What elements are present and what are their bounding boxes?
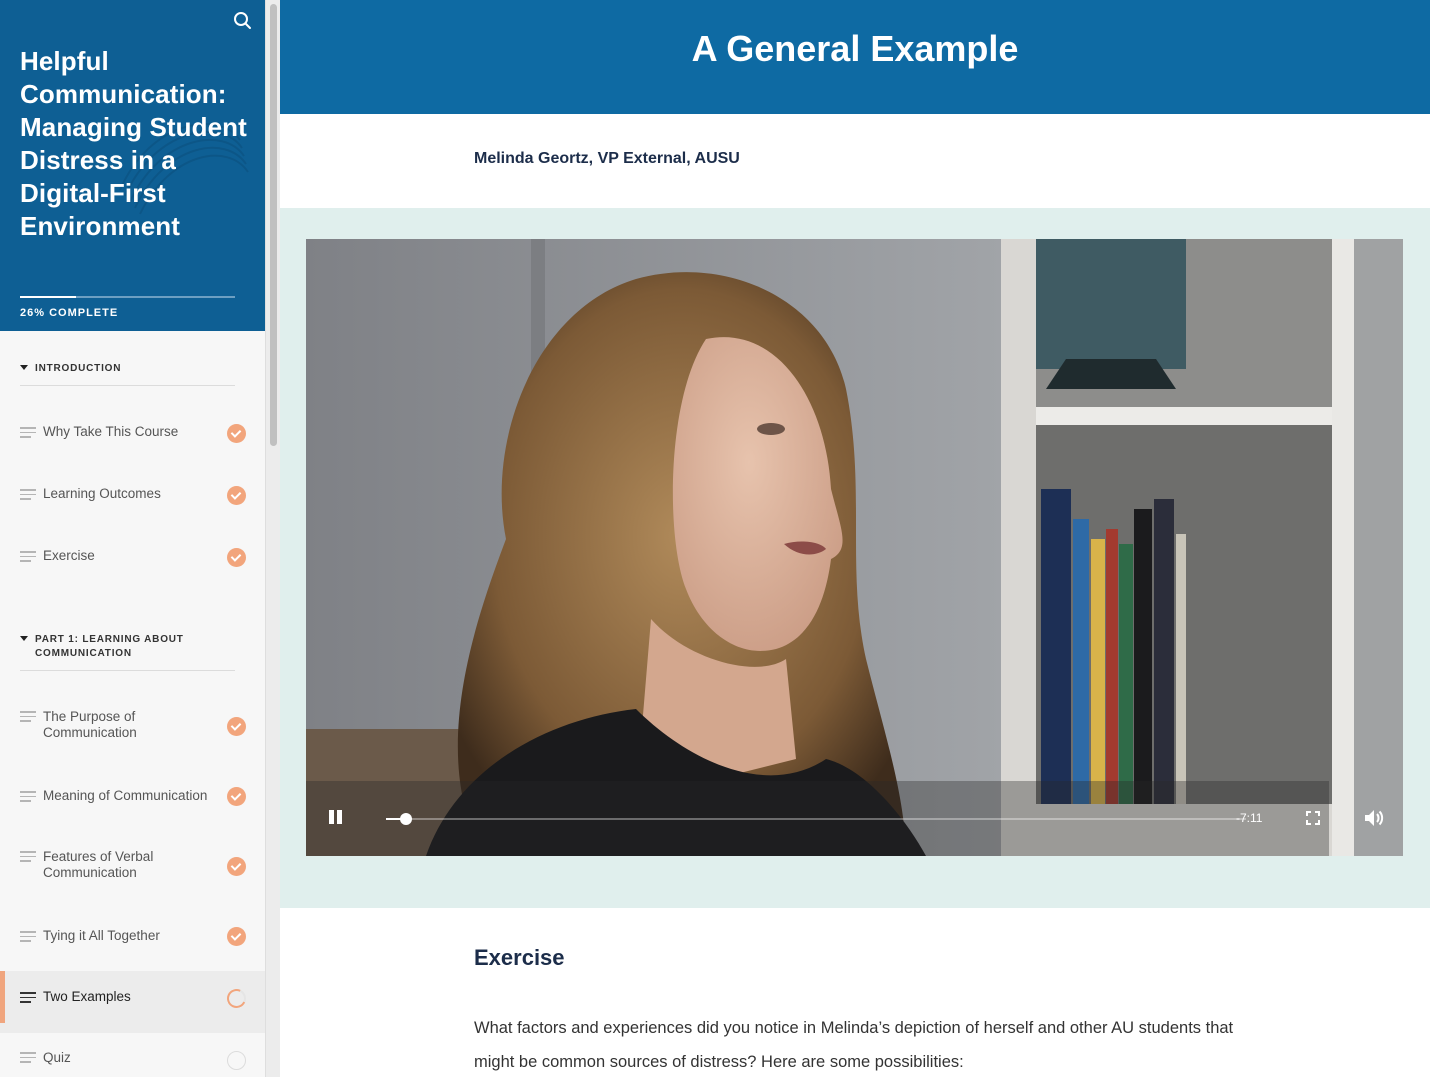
check-circle-icon xyxy=(227,787,246,806)
sidebar-scrollbar[interactable] xyxy=(265,0,280,1077)
section-introduction[interactable]: INTRODUCTION xyxy=(20,362,235,386)
lesson-lines-icon xyxy=(20,711,36,722)
lesson-two-examples[interactable]: Two Examples xyxy=(0,971,265,1033)
progress-ring-icon xyxy=(227,989,246,1008)
lesson-quiz[interactable]: Quiz xyxy=(0,1031,265,1077)
sidebar: Helpful Communication: Managing Student … xyxy=(0,0,265,1077)
check-circle-icon xyxy=(227,857,246,876)
caret-down-icon xyxy=(20,636,28,641)
lesson-lines-icon xyxy=(20,1052,36,1063)
video-frame xyxy=(306,239,1403,856)
lesson-title: Quiz xyxy=(43,1050,71,1065)
section-label: INTRODUCTION xyxy=(35,363,122,374)
check-circle-icon xyxy=(227,927,246,946)
video-seek-handle[interactable] xyxy=(399,813,412,825)
lesson-purpose-of-communication[interactable]: The Purpose of Communication xyxy=(0,697,265,759)
course-progress-bar xyxy=(20,296,235,298)
lesson-title: Tying it All Together xyxy=(43,928,160,943)
video-controls: -7:11 xyxy=(306,781,1384,856)
speaker-caption: Melinda Geortz, VP External, AUSU xyxy=(474,150,740,167)
sidebar-scrollbar-thumb[interactable] xyxy=(270,4,277,446)
check-circle-icon xyxy=(227,424,246,443)
lesson-content: A General Example Melinda Geortz, VP Ext… xyxy=(280,0,1430,1077)
lesson-title: Meaning of Communication xyxy=(43,788,208,803)
lesson-lines-icon xyxy=(20,992,36,1003)
lesson-meaning-of-communication[interactable]: Meaning of Communication xyxy=(0,767,265,829)
lesson-features-of-verbal-communication[interactable]: Features of Verbal Communication xyxy=(0,837,265,899)
exercise-heading: Exercise xyxy=(474,945,565,970)
active-lesson-indicator xyxy=(0,971,5,1023)
fullscreen-button[interactable] xyxy=(1306,811,1320,825)
video-block: -7:11 xyxy=(280,208,1430,908)
lesson-lines-icon xyxy=(20,851,36,862)
lesson-title: The Purpose of Communication xyxy=(43,709,137,740)
lesson-title: Exercise xyxy=(43,548,95,563)
video-player[interactable]: -7:11 xyxy=(306,239,1403,856)
lesson-title: Learning Outcomes xyxy=(43,486,161,501)
pause-button[interactable] xyxy=(329,810,343,826)
lesson-lines-icon xyxy=(20,791,36,802)
search-icon xyxy=(234,12,251,29)
fullscreen-icon xyxy=(1306,811,1320,825)
lesson-lines-icon xyxy=(20,427,36,438)
check-circle-icon xyxy=(227,548,246,567)
check-circle-icon xyxy=(227,717,246,736)
empty-circle-icon xyxy=(227,1051,246,1070)
sidebar-header: Helpful Communication: Managing Student … xyxy=(0,0,265,331)
lesson-tying-it-all-together[interactable]: Tying it All Together xyxy=(0,907,265,969)
video-seek-bar[interactable] xyxy=(386,813,1246,825)
lesson-lines-icon xyxy=(20,551,36,562)
lesson-exercise[interactable]: Exercise xyxy=(0,527,265,589)
lesson-title: Why Take This Course xyxy=(43,424,179,439)
lesson-lines-icon xyxy=(20,931,36,942)
caret-down-icon xyxy=(20,365,28,370)
check-circle-icon xyxy=(227,486,246,505)
lesson-title: A General Example xyxy=(691,28,1019,69)
lesson-why-take-this-course[interactable]: Why Take This Course xyxy=(0,403,265,465)
section-part-1[interactable]: PART 1: LEARNING ABOUT COMMUNICATION xyxy=(20,633,235,671)
volume-button[interactable] xyxy=(1364,809,1384,827)
course-title: Helpful Communication: Managing Student … xyxy=(20,46,247,241)
lesson-header: A General Example xyxy=(280,0,1430,114)
lesson-title: Features of Verbal Communication xyxy=(43,849,154,880)
search-button[interactable] xyxy=(230,8,254,32)
course-progress-label: 26% COMPLETE xyxy=(20,307,119,319)
exercise-text: What factors and experiences did you not… xyxy=(474,1019,1234,1071)
section-label: PART 1: LEARNING ABOUT COMMUNICATION xyxy=(35,634,184,659)
volume-icon xyxy=(1365,810,1384,826)
lesson-learning-outcomes[interactable]: Learning Outcomes xyxy=(0,465,265,527)
lesson-lines-icon xyxy=(20,489,36,500)
course-progress-fill xyxy=(20,296,76,298)
time-remaining: -7:11 xyxy=(1236,811,1263,825)
lesson-title: Two Examples xyxy=(43,989,131,1004)
